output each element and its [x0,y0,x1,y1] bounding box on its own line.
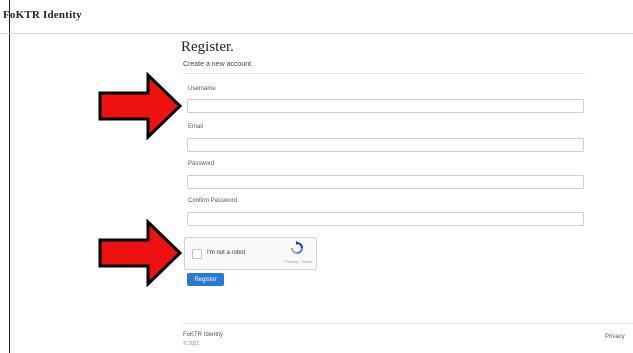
confirm-password-label: Confirm Password [188,198,238,204]
red-arrow-annotation [98,72,183,140]
form-divider [183,73,585,74]
captcha-label: I'm not a robot [207,250,246,256]
recaptcha-icon [291,241,303,254]
email-input[interactable] [187,138,584,152]
left-border [9,0,10,353]
footer-link[interactable]: Privacy [605,334,625,340]
footer-divider [183,323,633,324]
recaptcha-widget: I'm not a robot Privacy - Terms [184,237,317,270]
confirm-password-input[interactable] [187,212,584,226]
header-divider [0,33,633,34]
red-arrow-annotation [98,219,183,287]
password-input[interactable] [187,175,584,189]
username-input[interactable] [187,99,584,113]
username-label: Username [188,86,216,92]
footer-brand: FoKTR Identity [183,332,224,338]
page-title: Register. [181,39,234,55]
register-button[interactable]: Register [187,273,224,286]
page-subtitle: Create a new account. [183,61,254,68]
email-label: Email [188,124,204,130]
brand-link[interactable]: FoKTR Identity [3,9,82,21]
captcha-checkbox[interactable] [192,249,202,259]
captcha-terms[interactable]: Privacy - Terms [285,259,312,264]
password-label: Password [188,161,215,167]
footer-copyright: © 2021 [183,341,200,347]
